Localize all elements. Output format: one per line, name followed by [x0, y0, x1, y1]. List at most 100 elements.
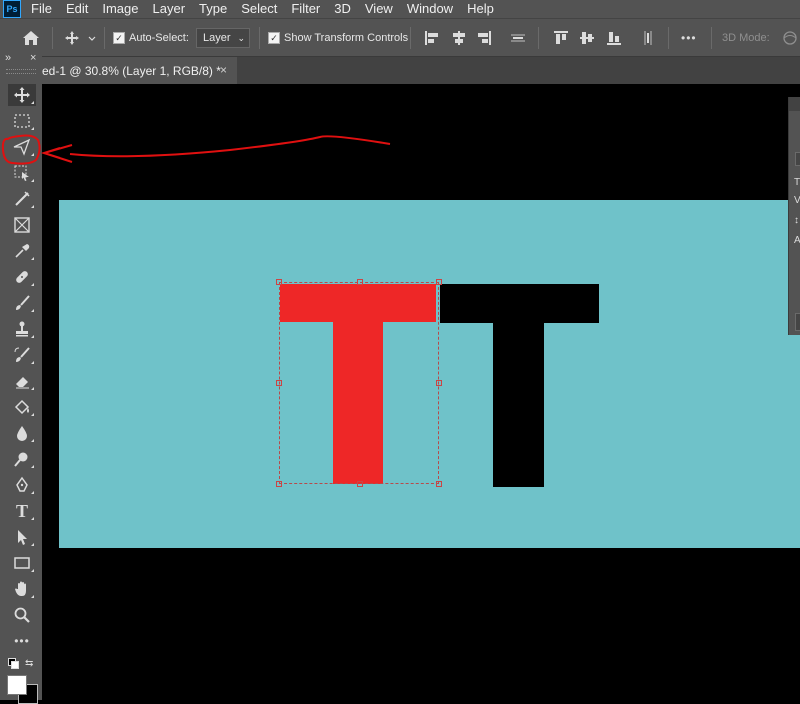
collapse-panel-icon[interactable]: » — [5, 52, 11, 64]
align-middle-vertical-icon[interactable] — [579, 19, 595, 57]
distribute-vertical-icon[interactable] — [510, 19, 526, 57]
paint-bucket-tool[interactable] — [8, 396, 36, 418]
floating-panel-edge[interactable]: T V ↕ A — [788, 97, 800, 335]
separator — [52, 27, 53, 49]
show-transform-checkbox[interactable]: ✓ — [268, 32, 280, 44]
panel-grip[interactable] — [6, 69, 36, 74]
transform-handle-top-right[interactable] — [436, 279, 442, 285]
transform-handle-right[interactable] — [436, 380, 442, 386]
path-selection-tool[interactable] — [8, 526, 36, 548]
paint-bucket-icon — [14, 399, 30, 415]
transform-handle-left[interactable] — [276, 380, 282, 386]
frame-tool[interactable] — [8, 214, 36, 236]
rectangle-marquee-icon — [14, 114, 30, 128]
auto-select-target-dropdown[interactable]: Layer ⌄ — [196, 28, 250, 48]
auto-select-toggle[interactable]: ✓ Auto-Select: — [113, 19, 189, 57]
menu-edit[interactable]: Edit — [66, 0, 88, 18]
clone-stamp-tool[interactable] — [8, 318, 36, 340]
pen-icon — [16, 476, 28, 492]
zoom-tool[interactable] — [8, 604, 36, 626]
black-letter-t-stem[interactable] — [493, 323, 544, 487]
dodge-icon — [14, 452, 28, 467]
menu-image[interactable]: Image — [102, 0, 138, 18]
brush-tool[interactable] — [8, 292, 36, 314]
transform-handle-top-left[interactable] — [276, 279, 282, 285]
blur-tool[interactable] — [8, 422, 36, 444]
panel-text-fragment: ↕ — [794, 215, 799, 226]
move-tool[interactable] — [8, 84, 36, 106]
document-canvas[interactable] — [42, 84, 800, 700]
panel-field-stub[interactable] — [795, 152, 800, 166]
marquee-tool[interactable] — [8, 110, 36, 132]
align-left-icon[interactable] — [424, 19, 440, 57]
swap-colors-icon[interactable]: ⇆ — [25, 658, 33, 669]
panel-button-stub[interactable] — [795, 313, 800, 331]
healing-brush-tool[interactable] — [8, 266, 36, 288]
close-icon[interactable]: × — [220, 63, 227, 77]
transform-handle-bottom-left[interactable] — [276, 481, 282, 487]
pen-tool[interactable] — [8, 474, 36, 496]
distribute-horizontal-icon[interactable] — [640, 19, 656, 57]
document-tab[interactable]: ed-1 @ 30.8% (Layer 1, RGB/8) * × — [42, 57, 237, 84]
eyedropper-tool[interactable] — [8, 240, 36, 262]
menu-bar: Ps File Edit Image Layer Type Select Fil… — [0, 0, 800, 18]
auto-select-checkbox[interactable]: ✓ — [113, 32, 125, 44]
separator — [538, 27, 539, 49]
document-tab-title: ed-1 @ 30.8% (Layer 1, RGB/8) * — [42, 63, 221, 78]
transform-handle-top[interactable] — [357, 279, 363, 285]
more-options-icon[interactable]: ••• — [681, 31, 697, 45]
align-center-horizontal-icon[interactable] — [451, 19, 467, 57]
object-selection-tool[interactable] — [8, 162, 36, 184]
hand-icon — [15, 581, 26, 596]
menu-select[interactable]: Select — [241, 0, 277, 18]
transform-handle-bottom[interactable] — [357, 481, 363, 487]
more-tools-icon: ••• — [14, 634, 30, 648]
edit-toolbar-button[interactable]: ••• — [8, 630, 36, 652]
type-icon: T — [15, 500, 28, 521]
separator — [711, 27, 712, 49]
foreground-color-swatch[interactable] — [7, 675, 27, 695]
panel-header-strip — [789, 97, 800, 111]
show-transform-toggle[interactable]: ✓ Show Transform Controls — [268, 19, 408, 57]
type-tool[interactable]: T — [8, 500, 36, 522]
document-tab-bar: ed-1 @ 30.8% (Layer 1, RGB/8) * × — [42, 57, 800, 84]
menu-type[interactable]: Type — [199, 0, 227, 18]
align-right-icon[interactable] — [476, 19, 492, 57]
close-panel-icon[interactable]: × — [30, 52, 36, 64]
menu-layer[interactable]: Layer — [153, 0, 186, 18]
bandage-icon — [16, 271, 28, 283]
menu-help[interactable]: Help — [467, 0, 494, 18]
menu-filter[interactable]: Filter — [291, 0, 320, 18]
brush-icon — [16, 295, 30, 310]
eraser-tool[interactable] — [8, 370, 36, 392]
dodge-tool[interactable] — [8, 448, 36, 470]
auto-select-label: Auto-Select: — [129, 32, 189, 44]
menu-view[interactable]: View — [365, 0, 393, 18]
hand-tool[interactable] — [8, 578, 36, 600]
crop-tool[interactable] — [8, 188, 36, 210]
align-bottom-icon[interactable] — [606, 19, 622, 57]
menu-3d[interactable]: 3D — [334, 0, 351, 18]
3d-orbit-icon[interactable] — [781, 19, 800, 57]
3d-mode-label: 3D Mode: — [722, 32, 770, 44]
eyedropper-icon — [15, 244, 30, 258]
panel-text-fragment: A — [794, 235, 800, 246]
separator — [410, 27, 411, 49]
panel-text-fragment: V — [794, 195, 800, 206]
black-letter-t-crossbar[interactable] — [440, 284, 599, 323]
lasso-tool[interactable] — [8, 136, 36, 158]
transform-handle-bottom-right[interactable] — [436, 481, 442, 487]
menu-window[interactable]: Window — [407, 0, 453, 18]
rectangle-icon — [14, 557, 30, 569]
move-tool-preset-icon[interactable] — [64, 19, 96, 57]
align-top-icon[interactable] — [553, 19, 569, 57]
magnifier-icon — [14, 607, 30, 623]
transform-bounding-box[interactable] — [276, 279, 442, 487]
menu-file[interactable]: File — [31, 0, 52, 18]
photoshop-logo[interactable]: Ps — [3, 0, 21, 18]
rectangle-tool[interactable] — [8, 552, 36, 574]
history-brush-icon — [14, 347, 30, 362]
history-brush-tool[interactable] — [8, 344, 36, 366]
object-selection-icon — [14, 165, 29, 181]
default-colors-icon[interactable] — [8, 658, 19, 669]
